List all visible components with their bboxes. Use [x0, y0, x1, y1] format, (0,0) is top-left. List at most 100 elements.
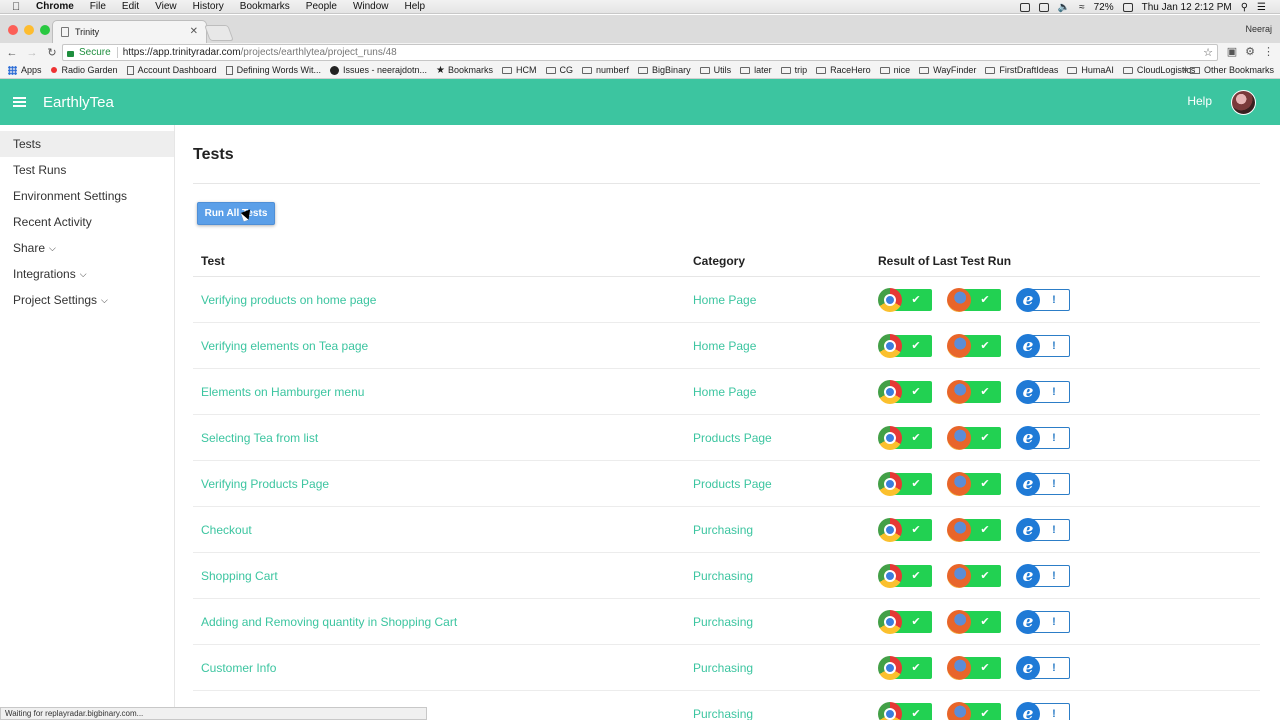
back-icon[interactable]: ← [4, 47, 20, 59]
close-window-button[interactable] [8, 25, 18, 35]
category-link[interactable]: Products Page [693, 431, 878, 445]
bookmark-star-icon[interactable]: ☆ [1203, 46, 1213, 59]
battery-level[interactable]: 72% [1094, 2, 1114, 13]
clock[interactable]: Thu Jan 12 2:12 PM [1142, 2, 1232, 13]
hamburger-menu-icon[interactable] [13, 97, 26, 107]
sidebar-item-recent-activity[interactable]: Recent Activity [0, 209, 174, 235]
chrome-result-badge[interactable]: ✔ [878, 425, 932, 450]
spotlight-icon[interactable]: ⚲ [1241, 2, 1248, 13]
test-name-link[interactable]: Checkout [193, 523, 693, 537]
firefox-result-badge[interactable]: ✔ [947, 517, 1001, 542]
bookmark-defining-words[interactable]: Defining Words Wit... [225, 65, 321, 75]
test-name-link[interactable]: Verifying elements on Tea page [193, 339, 693, 353]
ie-result-badge[interactable]: e! [1016, 609, 1070, 634]
category-link[interactable]: Purchasing [693, 661, 878, 675]
firefox-result-badge[interactable]: ✔ [947, 563, 1001, 588]
chrome-result-badge[interactable]: ✔ [878, 379, 932, 404]
test-name-link[interactable]: Elements on Hamburger menu [193, 385, 693, 399]
menu-app[interactable]: Chrome [36, 1, 74, 12]
airplay-icon[interactable] [1019, 2, 1030, 12]
test-name-link[interactable]: Adding and Removing quantity in Shopping… [193, 615, 693, 629]
category-link[interactable]: Purchasing [693, 569, 878, 583]
lock-icon[interactable] [67, 50, 74, 57]
chrome-result-badge[interactable]: ✔ [878, 517, 932, 542]
chrome-result-badge[interactable]: ✔ [878, 701, 932, 720]
wifi-icon[interactable]: ≈ [1079, 2, 1085, 13]
bookmark-bookmarks[interactable]: ★ Bookmarks [436, 65, 493, 76]
sidebar-item-share[interactable]: Share ⌵ [0, 235, 174, 261]
test-name-link[interactable]: Shopping Cart [193, 569, 693, 583]
reload-icon[interactable]: ↻ [44, 46, 60, 59]
cast-icon[interactable]: ▣ [1227, 45, 1237, 58]
new-tab-button[interactable] [204, 25, 234, 41]
bookmark-trip[interactable]: trip [780, 65, 807, 75]
extension-icon[interactable]: ⚙ [1245, 45, 1255, 58]
bookmark-bigbinary[interactable]: BigBinary [638, 65, 691, 75]
bookmark-numberf[interactable]: numberf [582, 65, 629, 75]
sidebar-item-project-settings[interactable]: Project Settings ⌵ [0, 287, 174, 313]
firefox-result-badge[interactable]: ✔ [947, 425, 1001, 450]
test-name-link[interactable]: Verifying products on home page [193, 293, 693, 307]
bookmark-radio-garden[interactable]: Radio Garden [50, 65, 118, 75]
avatar[interactable] [1231, 90, 1256, 115]
bookmark-cg[interactable]: CG [545, 65, 573, 75]
other-bookmarks[interactable]: Other Bookmarks [1189, 65, 1274, 75]
ie-result-badge[interactable]: e! [1016, 563, 1070, 588]
bookmark-issues[interactable]: Issues - neerajdotn... [329, 65, 427, 75]
ie-result-badge[interactable]: e! [1016, 425, 1070, 450]
firefox-result-badge[interactable]: ✔ [947, 379, 1001, 404]
chrome-result-badge[interactable]: ✔ [878, 655, 932, 680]
run-all-tests-button[interactable]: Run All Tests [197, 202, 275, 225]
menu-history[interactable]: History [193, 1, 224, 12]
zoom-window-button[interactable] [40, 25, 50, 35]
forward-icon[interactable]: → [24, 47, 40, 59]
chrome-result-badge[interactable]: ✔ [878, 333, 932, 358]
firefox-result-badge[interactable]: ✔ [947, 471, 1001, 496]
ie-result-badge[interactable]: e! [1016, 471, 1070, 496]
ie-result-badge[interactable]: e! [1016, 517, 1070, 542]
browser-tab[interactable]: Trinity ✕ [52, 20, 207, 43]
apple-icon[interactable]:  [12, 1, 26, 13]
menu-help[interactable]: Help [405, 1, 426, 12]
secure-label[interactable]: Secure [79, 47, 111, 58]
firefox-result-badge[interactable]: ✔ [947, 333, 1001, 358]
firefox-result-badge[interactable]: ✔ [947, 655, 1001, 680]
menu-view[interactable]: View [155, 1, 177, 12]
menu-dots-icon[interactable]: ⋮ [1263, 45, 1274, 58]
menu-bookmarks[interactable]: Bookmarks [240, 1, 290, 12]
chrome-result-badge[interactable]: ✔ [878, 471, 932, 496]
volume-icon[interactable]: 🔈 [1058, 2, 1070, 13]
ie-result-badge[interactable]: e! [1016, 287, 1070, 312]
firefox-result-badge[interactable]: ✔ [947, 701, 1001, 720]
bookmark-hcm[interactable]: HCM [502, 65, 537, 75]
bookmark-later[interactable]: later [740, 65, 772, 75]
bookmark-utils[interactable]: Utils [699, 65, 731, 75]
category-link[interactable]: Purchasing [693, 523, 878, 537]
bookmark-firstdraftideas[interactable]: FirstDraftIdeas [985, 65, 1058, 75]
sidebar-item-integrations[interactable]: Integrations ⌵ [0, 261, 174, 287]
category-link[interactable]: Products Page [693, 477, 878, 491]
more-bookmarks-icon[interactable]: » [1182, 64, 1188, 75]
sidebar-item-tests[interactable]: Tests [0, 131, 174, 157]
category-link[interactable]: Purchasing [693, 707, 878, 720]
sidebar-item-test-runs[interactable]: Test Runs [0, 157, 174, 183]
menu-file[interactable]: File [90, 1, 106, 12]
notification-center-icon[interactable]: ☰ [1257, 2, 1266, 13]
category-link[interactable]: Home Page [693, 385, 878, 399]
bookmark-nice[interactable]: nice [879, 65, 910, 75]
category-link[interactable]: Home Page [693, 339, 878, 353]
bluetooth-icon[interactable] [1038, 2, 1049, 12]
chrome-result-badge[interactable]: ✔ [878, 287, 932, 312]
menu-people[interactable]: People [306, 1, 337, 12]
ie-result-badge[interactable]: e! [1016, 655, 1070, 680]
column-header-category[interactable]: Category [693, 254, 878, 268]
bookmark-apps[interactable]: Apps [8, 65, 42, 75]
close-tab-icon[interactable]: ✕ [190, 26, 198, 37]
chrome-result-badge[interactable]: ✔ [878, 563, 932, 588]
bookmark-racehero[interactable]: RaceHero [816, 65, 871, 75]
category-link[interactable]: Purchasing [693, 615, 878, 629]
bookmark-account-dashboard[interactable]: Account Dashboard [126, 65, 217, 75]
minimize-window-button[interactable] [24, 25, 34, 35]
profile-name[interactable]: Neeraj [1245, 24, 1272, 34]
firefox-result-badge[interactable]: ✔ [947, 609, 1001, 634]
